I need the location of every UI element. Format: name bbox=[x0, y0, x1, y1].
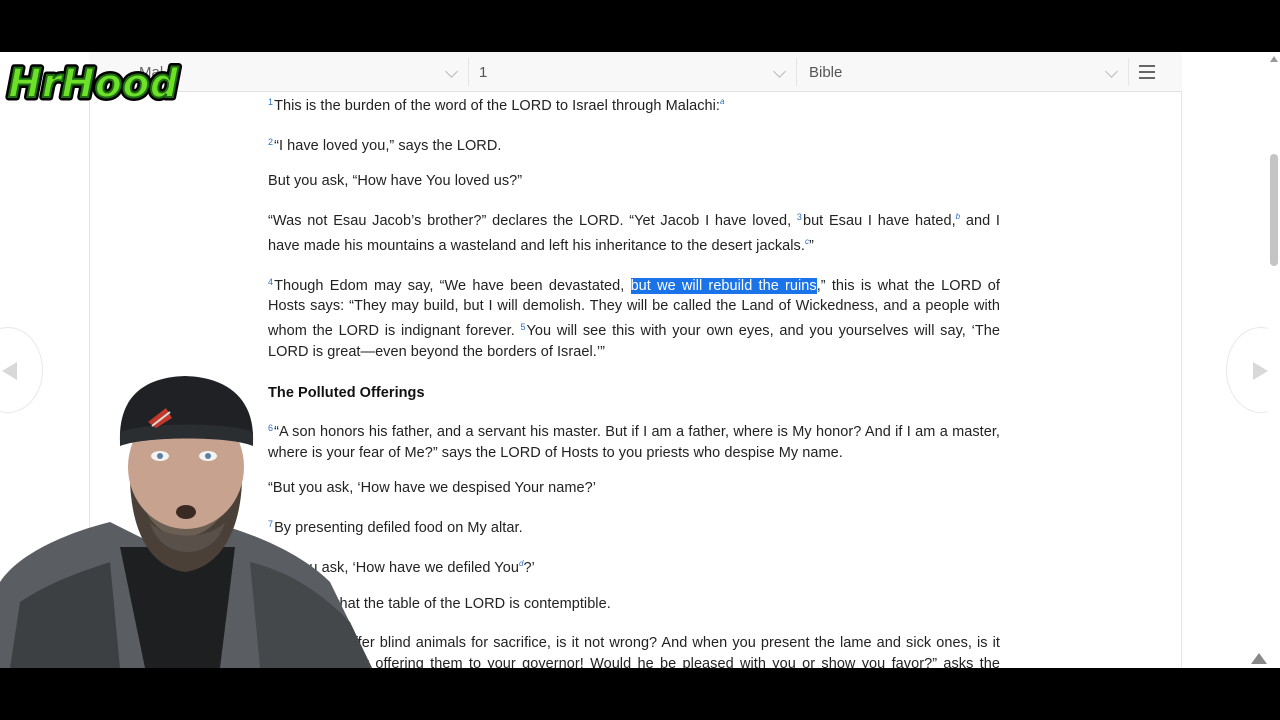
verse-paragraph: 8When you offer blind animals for sacrif… bbox=[268, 629, 1000, 668]
version-select[interactable]: Bible bbox=[799, 58, 1129, 86]
chevron-down-icon bbox=[445, 65, 458, 78]
section-heading: The Polluted Offerings bbox=[268, 385, 425, 402]
bible-passage: 1This is the burden of the word of the L… bbox=[268, 92, 1000, 668]
arrow-right-icon bbox=[1253, 362, 1268, 380]
verse-paragraph: 1This is the burden of the word of the L… bbox=[268, 97, 725, 114]
scrollbar[interactable] bbox=[1268, 52, 1280, 668]
svg-text:HrHood: HrHood bbox=[8, 61, 179, 107]
selected-text[interactable]: but we will rebuild the ruins bbox=[630, 277, 817, 294]
webcam-overlay-person bbox=[0, 376, 372, 668]
footnote-link[interactable]: a bbox=[720, 97, 725, 106]
verse-number[interactable]: 1 bbox=[268, 97, 273, 107]
verse-paragraph: “Was not Esau Jacob’s brother?” declares… bbox=[268, 212, 1000, 254]
chapter-select[interactable]: 1 bbox=[469, 58, 797, 86]
verse-paragraph: 2“I have loved you,” says the LORD. bbox=[268, 136, 502, 154]
scrollbar-thumb[interactable] bbox=[1270, 154, 1278, 266]
verse-paragraph: By saying that the table of the LORD is … bbox=[268, 595, 611, 612]
scroll-up-icon[interactable] bbox=[1270, 56, 1278, 62]
chevron-down-icon bbox=[1105, 65, 1118, 78]
back-to-top-icon[interactable] bbox=[1251, 653, 1267, 664]
verse-paragraph: 7By presenting defiled food on My altar. bbox=[268, 519, 523, 537]
verse-paragraph: But you ask, “How have You loved us?” bbox=[268, 173, 523, 190]
verse-number[interactable]: 5 bbox=[520, 322, 525, 332]
verse-number[interactable]: 2 bbox=[268, 137, 273, 147]
verse-paragraph: “But you ask, ‘How have we despised Your… bbox=[268, 480, 596, 497]
verse-number[interactable]: 3 bbox=[797, 212, 802, 222]
verse-paragraph: 4Though Edom may say, “We have been deva… bbox=[268, 276, 1001, 360]
chevron-down-icon bbox=[773, 65, 786, 78]
verse-paragraph: But you ask, ‘How have we defiled Youd?’ bbox=[268, 558, 535, 576]
hamburger-menu-icon[interactable] bbox=[1137, 62, 1157, 82]
verse-paragraph: 6“A son honors his father, and a servant… bbox=[268, 423, 1000, 461]
passage-toolbar: Mal 1 Bible bbox=[89, 52, 1182, 92]
channel-logo: HrHood HrHood bbox=[5, 58, 183, 110]
verse-number[interactable]: 4 bbox=[268, 277, 273, 287]
